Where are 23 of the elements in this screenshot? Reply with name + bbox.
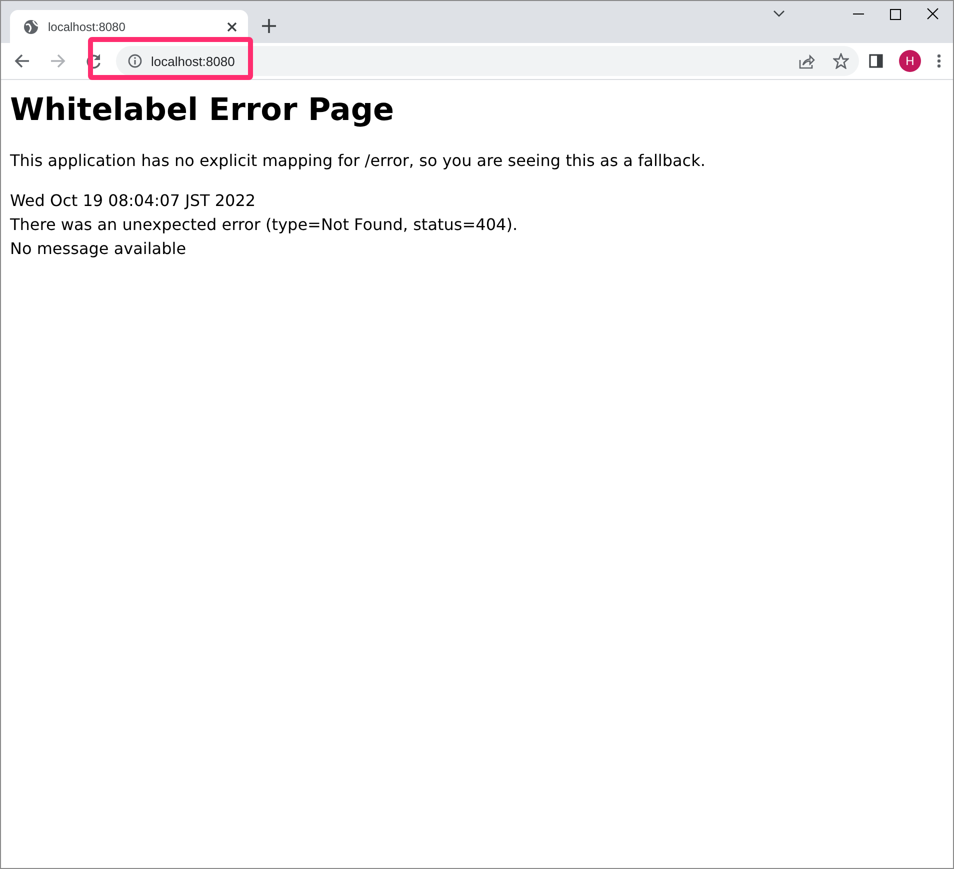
info-icon[interactable] [128,54,142,68]
message-line: This application has no explicit mapping for /error, so you are seeing this as a fallback. [10,150,706,172]
reload-icon[interactable] [86,53,102,69]
chevron-down-icon[interactable] [773,9,785,19]
message-line: Wed Oct 19 08:04:07 JST 2022 [10,190,257,212]
address-text: localhost:8080 [151,54,236,68]
back-arrow-icon[interactable] [14,53,30,69]
globe-icon[interactable] [23,18,39,34]
message-line: No message available [10,238,188,260]
close-icon[interactable] [226,20,238,32]
profile-avatar[interactable]: H [899,50,921,72]
plus-icon[interactable] [262,19,276,33]
message-line: There was an unexpected error (type=Not Found, status=404). [10,214,519,236]
browser-tab[interactable]: localhost:8080 [10,10,248,43]
address-bar[interactable]: localhost:8080 [116,46,859,76]
side-panel-icon[interactable] [869,54,883,68]
share-icon[interactable] [798,53,815,69]
page-heading: Whitelabel Error Page [10,91,396,129]
close-icon[interactable] [927,8,939,20]
star-icon[interactable] [833,53,849,69]
tab-title: localhost:8080 [48,20,126,34]
more-menu-icon[interactable] [937,54,941,68]
maximize-icon[interactable] [890,8,901,20]
